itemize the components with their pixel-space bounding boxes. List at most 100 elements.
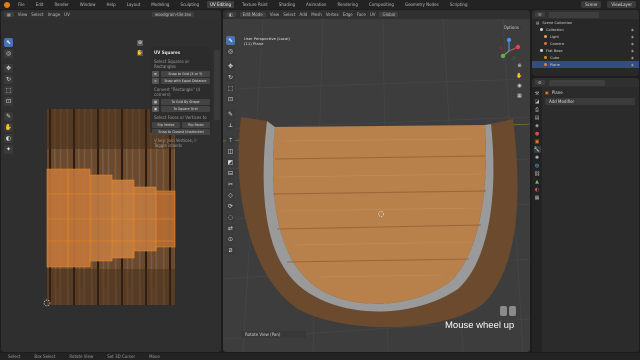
outliner-type-icon[interactable]: ☰ <box>535 12 545 17</box>
outliner-row-plane[interactable]: Plane ◉ <box>532 61 639 68</box>
scene-tab-icon[interactable]: ◈ <box>534 122 541 129</box>
particles-tab-icon[interactable]: ✺ <box>534 154 541 161</box>
render-tab-icon[interactable]: ◪ <box>534 98 541 105</box>
shrink-tool-icon[interactable]: ⊙ <box>226 235 235 244</box>
vp-menu-view[interactable]: View <box>270 12 280 17</box>
tab-rendering[interactable]: Rendering <box>334 1 360 8</box>
properties-type-icon[interactable]: ⚙ <box>535 80 545 85</box>
viewport-editor-type-icon[interactable]: ◧ <box>226 12 236 17</box>
to-grid-by-shape-button[interactable]: To Grid By Shape <box>161 99 210 105</box>
add-modifier-button[interactable]: Add Modifier <box>545 98 635 105</box>
spin-tool-icon[interactable]: ⟳ <box>226 202 235 211</box>
poly-build-tool-icon[interactable]: ◇ <box>226 191 235 200</box>
camera-view-icon[interactable]: ◉ <box>516 82 523 89</box>
menu-render[interactable]: Render <box>51 1 71 8</box>
eye-icon[interactable]: ◉ <box>631 28 634 32</box>
outliner-row-collection[interactable]: Collection ◉ <box>532 26 639 33</box>
texture-tab-icon[interactable]: ▦ <box>534 194 541 201</box>
object-tab-icon[interactable]: ▣ <box>534 138 541 145</box>
scene-selector[interactable]: Scene <box>581 1 602 8</box>
menu-window[interactable]: Window <box>77 1 99 8</box>
wooden-shield-mesh[interactable] <box>238 117 518 328</box>
inset-tool-icon[interactable]: ◫ <box>226 147 235 156</box>
modifier-tab-icon[interactable]: 🔧 <box>533 146 541 153</box>
properties-search[interactable] <box>548 79 605 86</box>
vp-menu-uv[interactable]: UV <box>370 12 376 17</box>
view-layer-selector[interactable]: ViewLayer <box>607 1 636 8</box>
world-tab-icon[interactable]: ● <box>534 130 541 137</box>
to-square-grid-button[interactable]: To Square Grid <box>161 106 210 112</box>
vp-measure-tool-icon[interactable]: ⟂ <box>226 121 235 130</box>
tab-animation[interactable]: Animation <box>303 1 329 8</box>
menu-edit[interactable]: Edit <box>33 1 47 8</box>
edge-slide-tool-icon[interactable]: ⇄ <box>226 224 235 233</box>
tab-compositing[interactable]: Compositing <box>366 1 397 8</box>
eye-icon[interactable]: ◉ <box>631 42 634 46</box>
menu-help[interactable]: Help <box>103 1 118 8</box>
snap-closest-button[interactable]: Snap to Closest Unselected <box>152 129 210 135</box>
vp-cursor-tool-icon[interactable]: ◎ <box>226 47 235 56</box>
menu-file[interactable]: File <box>15 1 28 8</box>
eye-icon[interactable]: ◉ <box>631 49 634 53</box>
mode-selector[interactable]: Edit Mode <box>239 12 266 17</box>
outliner-row-scene-collection[interactable]: ▤ Scene Collection <box>532 19 639 26</box>
blender-logo-icon[interactable] <box>4 1 10 8</box>
outliner-search[interactable] <box>548 11 599 18</box>
tab-modeling[interactable]: Modeling <box>148 1 172 8</box>
pan-view-icon[interactable]: ✋ <box>516 72 523 79</box>
data-tab-icon[interactable]: ▲ <box>534 178 541 185</box>
transform-orientation-selector[interactable]: Global <box>379 12 399 17</box>
vp-annotate-tool-icon[interactable]: ✎ <box>226 110 235 119</box>
material-tab-icon[interactable]: ◐ <box>534 186 541 193</box>
outliner-row-camera[interactable]: Camera ◉ <box>532 40 639 47</box>
vp-menu-add[interactable]: Add <box>300 12 308 17</box>
vp-menu-select[interactable]: Select <box>283 12 295 17</box>
knife-tool-icon[interactable]: ✂ <box>226 180 235 189</box>
smooth-tool-icon[interactable]: ◌ <box>226 213 235 222</box>
view-layer-tab-icon[interactable]: ▤ <box>534 114 541 121</box>
editor-type-icon[interactable]: ▦ <box>4 12 14 17</box>
outliner-row-cube[interactable]: Cube ◉ <box>532 54 639 61</box>
snap-to-grid-button[interactable]: Snap to Grid (X or Y) <box>160 71 210 77</box>
ortho-toggle-icon[interactable]: ▦ <box>516 92 523 99</box>
vp-rotate-tool-icon[interactable]: ↻ <box>226 73 235 82</box>
uv-menu-image[interactable]: Image <box>48 12 61 17</box>
tab-geometry-nodes[interactable]: Geometry Nodes <box>402 1 442 8</box>
tab-scripting[interactable]: Scripting <box>447 1 471 8</box>
output-tab-icon[interactable]: ⎙ <box>534 106 541 113</box>
zoom-view-icon[interactable]: ⊕ <box>516 62 523 69</box>
uv-menu-select[interactable]: Select <box>31 12 43 17</box>
sidebar-tab-strip[interactable] <box>214 50 220 120</box>
vp-move-tool-icon[interactable]: ✥ <box>226 62 235 71</box>
rip-vertex-button[interactable]: Rip Vertex <box>152 122 180 128</box>
rip-faces-button[interactable]: Rip Faces <box>182 122 210 128</box>
vp-scale-tool-icon[interactable]: ⬚ <box>226 84 235 93</box>
vp-transform-tool-icon[interactable]: ⊡ <box>226 95 235 104</box>
uv-menu-view[interactable]: View <box>18 12 28 17</box>
outliner-row-flat-base[interactable]: Flat Base ◉ <box>532 47 639 54</box>
shear-tool-icon[interactable]: ⧄ <box>226 246 235 255</box>
viewport-scene[interactable] <box>223 19 530 352</box>
tab-texture-paint[interactable]: Texture Paint <box>239 1 271 8</box>
vp-menu-face[interactable]: Face <box>357 12 366 17</box>
tab-sculpting[interactable]: Sculpting <box>177 1 202 8</box>
eye-icon[interactable]: ◉ <box>631 56 634 60</box>
vp-menu-vertex[interactable]: Vertex <box>326 12 339 17</box>
vp-select-tool-icon[interactable]: ⬉ <box>226 36 235 45</box>
bevel-tool-icon[interactable]: ◩ <box>226 158 235 167</box>
loop-cut-tool-icon[interactable]: ⊟ <box>226 169 235 178</box>
tool-tab-icon[interactable]: ⚒ <box>534 90 541 97</box>
constraints-tab-icon[interactable]: ⛓ <box>534 170 541 177</box>
snap-equal-distance-button[interactable]: Snap with Equal Distance <box>160 78 210 84</box>
eye-icon[interactable]: ◉ <box>631 63 634 67</box>
vp-menu-mesh[interactable]: Mesh <box>311 12 322 17</box>
tab-layout[interactable]: Layout <box>124 1 144 8</box>
uv-menu-uv[interactable]: UV <box>64 12 70 17</box>
extrude-tool-icon[interactable]: ⇡ <box>226 136 235 145</box>
vp-menu-edge[interactable]: Edge <box>343 12 353 17</box>
tab-shading[interactable]: Shading <box>276 1 298 8</box>
outliner-row-light[interactable]: Light ◉ <box>532 33 639 40</box>
physics-tab-icon[interactable]: ◍ <box>534 162 541 169</box>
image-name-field[interactable]: woodgrain-tile.tex <box>151 12 195 17</box>
tab-uv-editing[interactable]: UV Editing <box>207 1 234 8</box>
